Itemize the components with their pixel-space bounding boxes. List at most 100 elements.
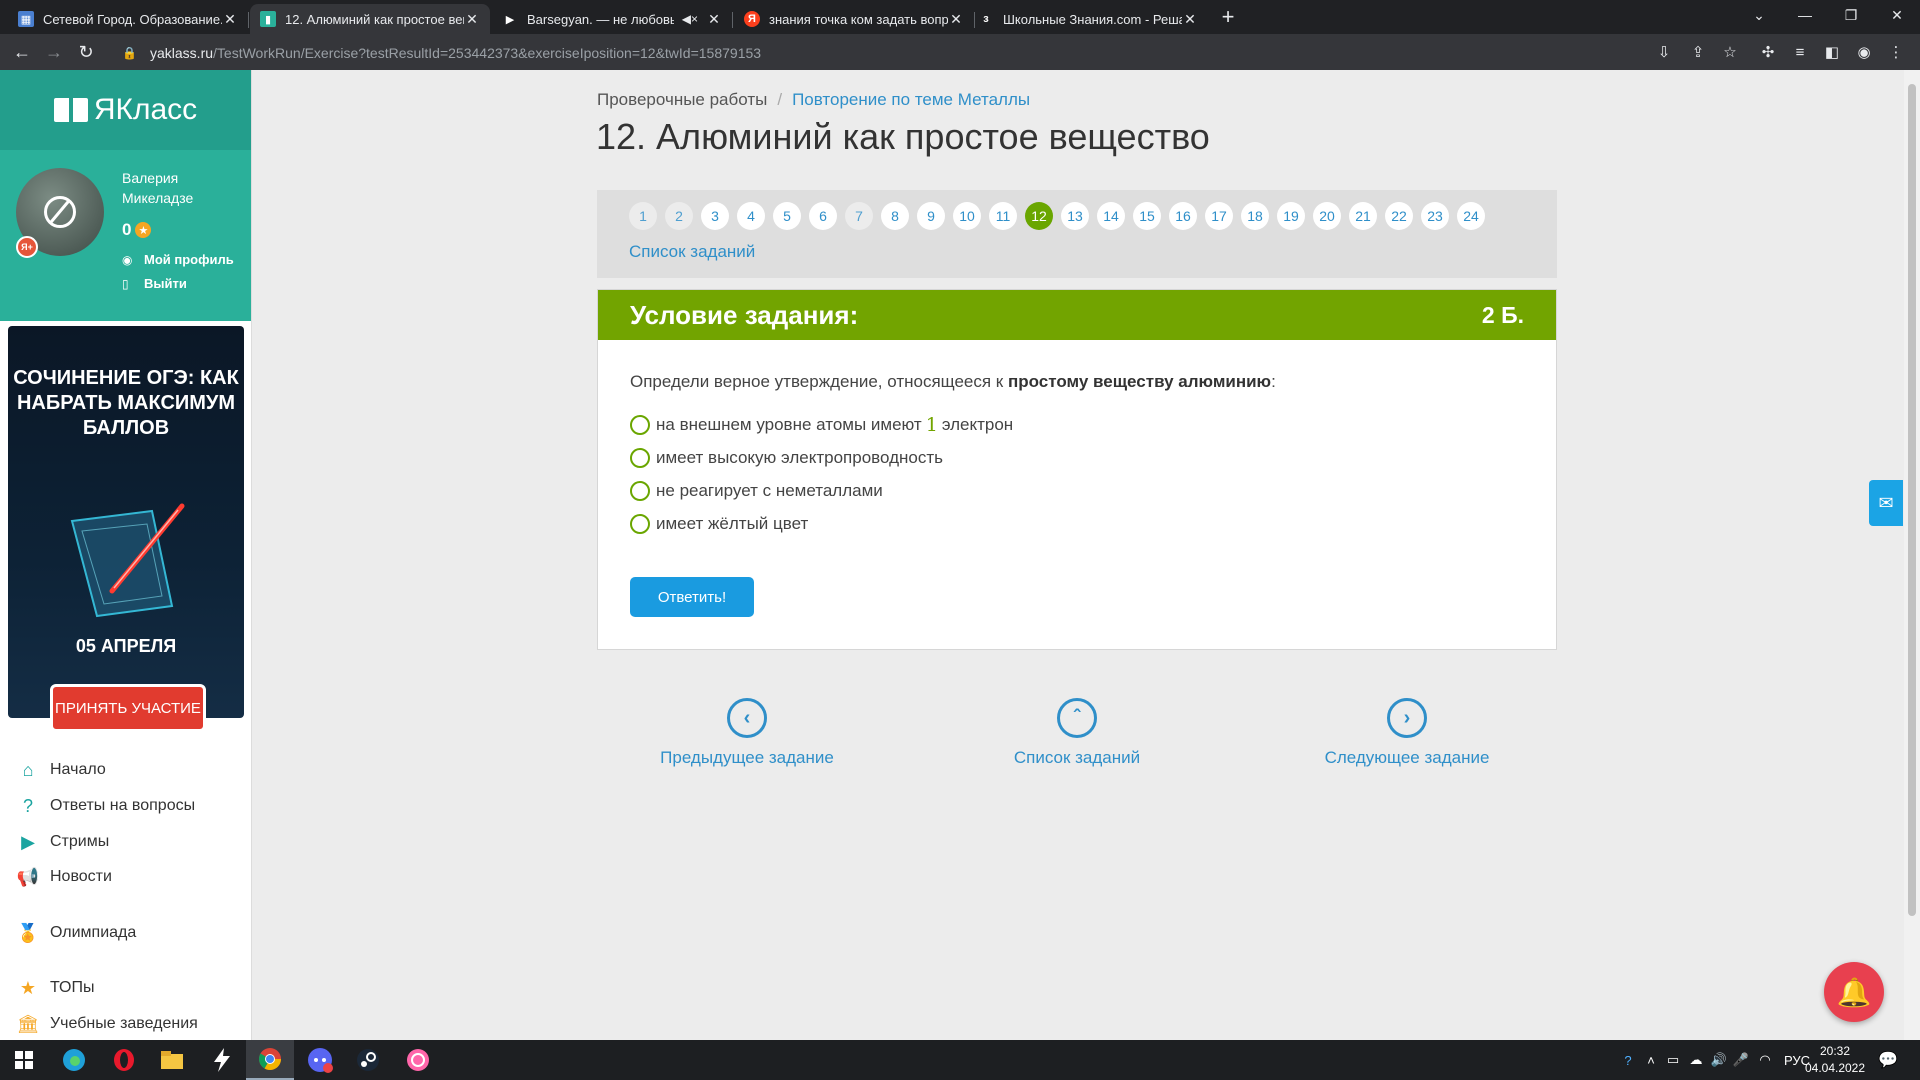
sidebar-item-home[interactable]: ⌂ Начало — [16, 758, 106, 782]
help-icon[interactable]: ? — [1616, 1053, 1640, 1068]
pager-item[interactable]: 24 — [1457, 202, 1485, 230]
task-list-bottom-link[interactable]: ˆ Список заданий — [957, 698, 1197, 768]
sidebar-item-olympiad[interactable]: 🏅 Олимпиада — [16, 921, 137, 945]
device-icon[interactable]: ▭ — [1662, 1052, 1684, 1068]
radio-button[interactable] — [630, 414, 650, 435]
edge-icon[interactable] — [50, 1040, 98, 1080]
profile-icon[interactable]: ◉ — [1852, 40, 1876, 64]
answer-option[interactable]: имеет высокую электропроводность — [630, 441, 1013, 474]
pager-item[interactable]: 10 — [953, 202, 981, 230]
address-bar[interactable]: 🔒 yaklass.ru/TestWorkRun/Exercise?testRe… — [112, 39, 1687, 67]
pager-item[interactable]: 19 — [1277, 202, 1305, 230]
clock[interactable]: 20:32 04.04.2022 — [1800, 1043, 1870, 1077]
chrome-icon[interactable] — [246, 1040, 294, 1080]
close-tab-icon[interactable]: ✕ — [464, 11, 480, 28]
browser-tab[interactable]: з Школьные Знания.com - Решае ✕ — [968, 4, 1208, 34]
pager-item[interactable]: 15 — [1133, 202, 1161, 230]
browser-tab[interactable]: Я знания точка ком задать вопро ✕ — [734, 4, 974, 34]
steam-icon[interactable] — [344, 1040, 392, 1080]
logout-link[interactable]: ▯ Выйти — [122, 276, 187, 291]
install-app-icon[interactable]: ⇩ — [1652, 40, 1676, 64]
browser-tab-active[interactable]: ▮ 12. Алюминий как простое вещ ✕ — [250, 4, 490, 34]
show-hidden-icons-icon[interactable]: ˄ — [1640, 1053, 1662, 1068]
previous-task-link[interactable]: ‹ Предыдущее задание — [627, 698, 867, 768]
promo-banner[interactable]: СОЧИНЕНИЕ ОГЭ: КАК НАБРАТЬ МАКСИМУМ БАЛЛ… — [8, 326, 244, 732]
media-control-icon[interactable]: ≡ — [1788, 40, 1812, 64]
pager-item[interactable]: 18 — [1241, 202, 1269, 230]
restore-button[interactable]: ❐ — [1828, 0, 1874, 30]
sidebar-item-answers[interactable]: ? Ответы на вопросы — [16, 794, 195, 818]
user-name[interactable]: Валерия Микеладзе — [122, 168, 242, 208]
discord-icon[interactable] — [296, 1040, 344, 1080]
share-icon[interactable]: ⇪ — [1686, 40, 1710, 64]
browser-tab[interactable]: ▶ Barsegyan. — не любовь. ◀× ✕ — [492, 4, 732, 34]
pager-item[interactable]: 6 — [809, 202, 837, 230]
menu-kebab-icon[interactable]: ⋮ — [1884, 40, 1908, 64]
pager-item[interactable]: 2 — [665, 202, 693, 230]
pager-item[interactable]: 1 — [629, 202, 657, 230]
answer-button[interactable]: Ответить! — [630, 577, 754, 617]
mail-feedback-icon[interactable]: ✉ — [1869, 480, 1903, 526]
tab-search-icon[interactable]: ⌄ — [1736, 0, 1782, 30]
cloud-sync-icon[interactable]: ☁ — [1684, 1052, 1708, 1068]
wifi-icon[interactable]: ◠ — [1752, 1052, 1778, 1068]
pager-item[interactable]: 21 — [1349, 202, 1377, 230]
pager-item[interactable]: 20 — [1313, 202, 1341, 230]
pager-item[interactable]: 7 — [845, 202, 873, 230]
pager-item[interactable]: 9 — [917, 202, 945, 230]
scrollbar-thumb[interactable] — [1908, 84, 1916, 916]
back-icon[interactable]: ← — [8, 38, 36, 66]
pager-item[interactable]: 8 — [881, 202, 909, 230]
participate-button[interactable]: ПРИНЯТЬ УЧАСТИЕ — [50, 684, 206, 732]
close-tab-icon[interactable]: ✕ — [1182, 11, 1198, 28]
pager-item[interactable]: 11 — [989, 202, 1017, 230]
notification-center-icon[interactable]: 💬 — [1878, 1040, 1898, 1080]
breadcrumb-current[interactable]: Повторение по теме Металлы — [792, 90, 1030, 110]
pager-item[interactable]: 3 — [701, 202, 729, 230]
close-window-button[interactable]: ✕ — [1874, 0, 1920, 30]
windows-start-icon[interactable] — [0, 1040, 48, 1080]
extensions-icon[interactable]: ✣ — [1756, 40, 1780, 64]
file-explorer-icon[interactable] — [148, 1040, 196, 1080]
answer-option[interactable]: на внешнем уровне атомы имеют 1 электрон — [630, 408, 1013, 441]
task-list-link[interactable]: Список заданий — [629, 242, 755, 262]
sidebar-item-news[interactable]: 📢 Новости — [16, 865, 112, 889]
app-lightning-icon[interactable] — [198, 1040, 246, 1080]
pager-item[interactable]: 22 — [1385, 202, 1413, 230]
answer-option[interactable]: имеет жёлтый цвет — [630, 507, 1013, 540]
sidebar-item-schools[interactable]: 🏛 Учебные заведения — [16, 1012, 198, 1036]
radio-button[interactable] — [630, 447, 650, 468]
sidebar-item-tops[interactable]: ★ ТОПы — [16, 976, 95, 1000]
notification-bell-icon[interactable]: 🔔 — [1824, 962, 1884, 1022]
page-scrollbar[interactable] — [1904, 70, 1920, 1040]
forward-icon[interactable]: → — [40, 38, 68, 66]
new-tab-button[interactable]: + — [1214, 4, 1242, 32]
volume-icon[interactable]: 🔊 — [1708, 1052, 1730, 1068]
pager-item[interactable]: 13 — [1061, 202, 1089, 230]
pager-item[interactable]: 23 — [1421, 202, 1449, 230]
pager-item[interactable]: 5 — [773, 202, 801, 230]
pager-item[interactable]: 17 — [1205, 202, 1233, 230]
browser-tab[interactable]: ▦ Сетевой Город. Образование. Д ✕ — [8, 4, 248, 34]
site-logo[interactable]: ЯКласс — [0, 70, 251, 150]
close-tab-icon[interactable]: ✕ — [706, 11, 722, 28]
pager-item[interactable]: 16 — [1169, 202, 1197, 230]
radio-button[interactable] — [630, 513, 650, 534]
opera-icon[interactable] — [100, 1040, 148, 1080]
osu-icon[interactable] — [394, 1040, 442, 1080]
lock-icon[interactable]: 🔒 — [122, 46, 140, 60]
side-panel-icon[interactable]: ◧ — [1820, 40, 1844, 64]
breadcrumb-root[interactable]: Проверочные работы — [597, 90, 767, 110]
minimize-button[interactable]: — — [1782, 0, 1828, 30]
radio-button[interactable] — [630, 480, 650, 501]
answer-option[interactable]: не реагирует с неметаллами — [630, 474, 1013, 507]
my-profile-link[interactable]: ◉ Мой профиль — [122, 252, 234, 267]
pager-item-current[interactable]: 12 — [1025, 202, 1053, 230]
pager-item[interactable]: 14 — [1097, 202, 1125, 230]
speaker-muted-icon[interactable]: ◀× — [682, 12, 698, 26]
microphone-icon[interactable]: 🎤 — [1730, 1052, 1752, 1068]
reload-icon[interactable]: ↻ — [72, 38, 100, 66]
next-task-link[interactable]: › Следующее задание — [1287, 698, 1527, 768]
close-tab-icon[interactable]: ✕ — [222, 11, 238, 28]
sidebar-item-streams[interactable]: ▶ Стримы — [16, 830, 109, 854]
